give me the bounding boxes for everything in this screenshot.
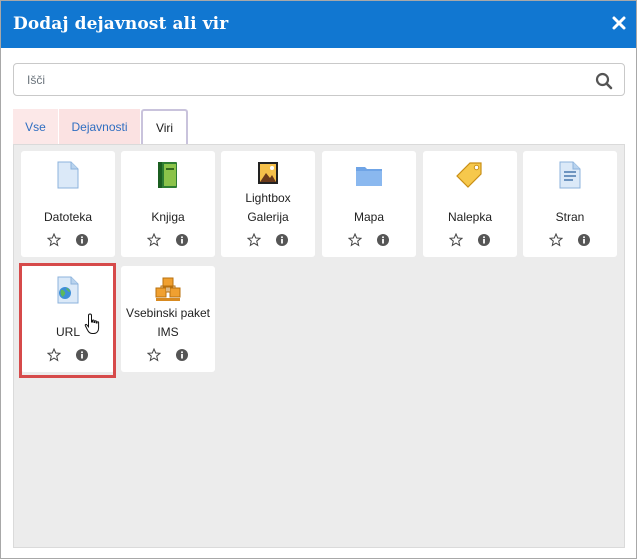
close-icon[interactable] (610, 14, 628, 32)
item-label: Datoteka (43, 210, 93, 224)
info-icon[interactable] (276, 234, 288, 246)
info-icon[interactable] (478, 234, 490, 246)
star-icon[interactable] (147, 233, 161, 247)
item-datoteka[interactable]: Datoteka (21, 151, 115, 257)
star-icon[interactable] (348, 233, 362, 247)
resources-panel: Datoteka Knjiga Lightbox Galerija Mapa N… (13, 144, 625, 548)
star-icon[interactable] (449, 233, 463, 247)
item-vsebinski-paket-ims[interactable]: Vsebinski paket IMS (121, 266, 215, 372)
star-icon[interactable] (247, 233, 261, 247)
url-icon (57, 276, 79, 304)
item-label-line1: Vsebinski paket (125, 306, 211, 320)
item-lightbox-galerija[interactable]: Lightbox Galerija (221, 151, 315, 257)
item-label: Knjiga (151, 210, 185, 224)
item-label: Nalepka (447, 210, 493, 224)
item-label: Stran (555, 210, 585, 224)
star-icon[interactable] (47, 233, 61, 247)
item-stran[interactable]: Stran (523, 151, 617, 257)
info-icon[interactable] (76, 349, 88, 361)
search-box (13, 63, 625, 96)
item-mapa[interactable]: Mapa (322, 151, 416, 257)
item-label: Mapa (353, 210, 385, 224)
item-url[interactable]: URL (21, 266, 115, 372)
ims-package-icon (155, 277, 181, 301)
star-icon[interactable] (147, 348, 161, 362)
add-activity-dialog: Dodaj dejavnost ali vir Vse Dejavnosti V… (0, 0, 637, 559)
item-knjiga[interactable]: Knjiga (121, 151, 215, 257)
item-nalepka[interactable]: Nalepka (423, 151, 517, 257)
info-icon[interactable] (176, 234, 188, 246)
info-icon[interactable] (377, 234, 389, 246)
folder-icon (356, 167, 382, 186)
tab-resources[interactable]: Viri (141, 109, 188, 144)
item-label-line2: Galerija (247, 210, 289, 224)
page-icon (559, 161, 581, 189)
item-label-line1: Lightbox (245, 191, 291, 205)
search-input[interactable] (15, 65, 585, 94)
file-icon (57, 161, 79, 189)
tab-all[interactable]: Vse (13, 109, 58, 144)
search-icon[interactable] (595, 72, 613, 90)
dialog-title: Dodaj dejavnost ali vir (13, 14, 229, 34)
gallery-icon (258, 162, 278, 184)
info-icon[interactable] (578, 234, 590, 246)
tab-activities[interactable]: Dejavnosti (59, 109, 140, 144)
star-icon[interactable] (549, 233, 563, 247)
item-label-line2: IMS (157, 325, 179, 339)
info-icon[interactable] (176, 349, 188, 361)
book-icon (158, 162, 177, 188)
star-icon[interactable] (47, 348, 61, 362)
dialog-header: Dodaj dejavnost ali vir (1, 1, 636, 48)
tag-icon (456, 162, 482, 188)
item-label: URL (55, 325, 80, 339)
info-icon[interactable] (76, 234, 88, 246)
